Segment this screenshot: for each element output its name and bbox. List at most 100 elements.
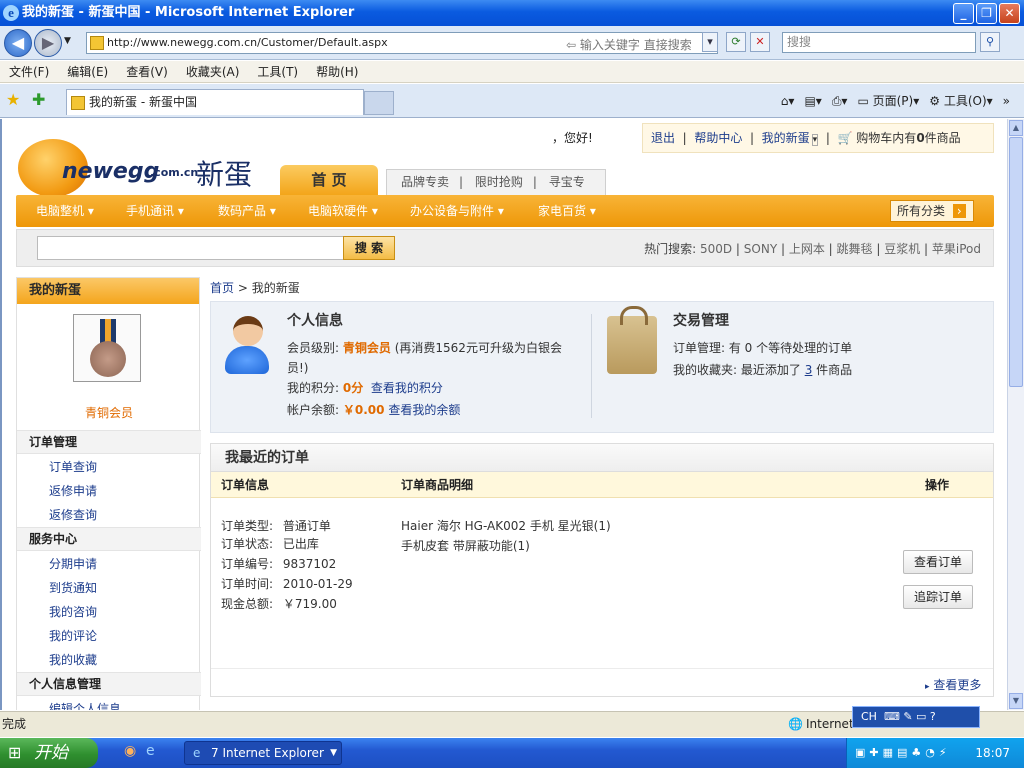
- forward-button[interactable]: ▶: [34, 29, 62, 57]
- newegg-logo[interactable]: newegg .com.cn 新蛋: [16, 139, 261, 201]
- history-dropdown-icon[interactable]: ▼: [64, 36, 71, 46]
- cart-prefix: 购物车内有: [856, 131, 917, 145]
- cart-count: 0: [916, 131, 925, 145]
- back-button[interactable]: ◀: [4, 29, 32, 57]
- more-commands-icon[interactable]: »: [1003, 92, 1010, 110]
- ie-logo-icon: e: [3, 5, 19, 21]
- firefox-icon[interactable]: ◉: [124, 743, 136, 759]
- user-avatar-icon: [225, 316, 269, 376]
- view-more-link[interactable]: ▸ 查看更多: [925, 676, 981, 693]
- view-order-button[interactable]: 查看订单: [903, 550, 973, 574]
- menu-bar: 文件(F) 编辑(E) 查看(V) 收藏夹(A) 工具(T) 帮助(H): [0, 61, 1024, 83]
- sidebar-item-order-query[interactable]: 订单查询: [49, 458, 97, 475]
- favorites-star-icon[interactable]: ★: [6, 90, 20, 109]
- sidebar-item-reviews[interactable]: 我的评论: [49, 627, 97, 644]
- window-titlebar: e 我的新蛋 - 新蛋中国 - Microsoft Internet Explo…: [0, 0, 1024, 26]
- logout-link[interactable]: 退出: [651, 131, 675, 145]
- maximize-button[interactable]: ❐: [976, 3, 997, 24]
- view-balance-link[interactable]: 查看我的余额: [388, 403, 460, 417]
- new-tab-button[interactable]: [364, 91, 394, 115]
- add-favorite-icon[interactable]: ✚: [32, 90, 45, 109]
- sidebar-item-repair-apply[interactable]: 返修申请: [49, 482, 97, 499]
- balance-line: 帐户余额: ￥0.00 查看我的余额: [287, 403, 461, 417]
- sidebar-item-edit-profile[interactable]: 编辑个人信息: [49, 700, 121, 710]
- tab-home[interactable]: 首 页: [280, 165, 378, 195]
- tools-menu[interactable]: ⚙ 工具(O)▾: [929, 92, 992, 110]
- hot-term[interactable]: 上网本: [789, 242, 825, 256]
- feeds-icon[interactable]: ▤▾: [804, 92, 821, 110]
- zone-text: Internet: [806, 717, 854, 731]
- category-digital[interactable]: 数码产品 ▾: [218, 195, 276, 227]
- sidebar-item-arrival-notice[interactable]: 到货通知: [49, 579, 97, 596]
- close-button[interactable]: ✕: [999, 3, 1020, 24]
- hot-term[interactable]: 500D: [700, 242, 732, 256]
- trade-title: 交易管理: [673, 313, 729, 329]
- menu-view[interactable]: 查看(V): [117, 61, 177, 83]
- menu-help[interactable]: 帮助(H): [307, 61, 367, 83]
- menu-edit[interactable]: 编辑(E): [58, 61, 117, 83]
- hot-term[interactable]: SONY: [744, 242, 777, 256]
- site-search-input[interactable]: [37, 236, 345, 260]
- order-date: 订单时间: 2010-01-29: [221, 577, 353, 591]
- tray-icons[interactable]: ▣✚▦▤♣◔⚡: [855, 738, 951, 768]
- order-item[interactable]: Haier 海尔 HG-AK002 手机 星光银(1): [401, 516, 611, 536]
- print-icon[interactable]: ⎙▾: [832, 92, 848, 110]
- windows-logo-icon: ⊞: [8, 743, 22, 762]
- breadcrumb-home[interactable]: 首页: [210, 281, 234, 295]
- menu-favorites[interactable]: 收藏夹(A): [177, 61, 249, 83]
- refresh-icon[interactable]: ⟳: [726, 32, 746, 52]
- language-bar[interactable]: CH ⌨ ✎ ▭ ?: [852, 706, 980, 728]
- tab-flash-sale[interactable]: 限时抢购: [475, 175, 523, 189]
- hot-term[interactable]: 跳舞毯: [837, 242, 873, 256]
- all-categories-button[interactable]: 所有分类 ›: [890, 200, 974, 222]
- track-order-button[interactable]: 追踪订单: [903, 585, 973, 609]
- help-center-link[interactable]: 帮助中心: [694, 131, 742, 145]
- category-office[interactable]: 办公设备与附件 ▾: [410, 195, 504, 227]
- page-menu[interactable]: ▭ 页面(P)▾: [857, 92, 919, 110]
- category-computers[interactable]: 电脑整机 ▾: [36, 195, 94, 227]
- tab-brand[interactable]: 品牌专卖: [401, 175, 449, 189]
- logo-cn: 新蛋: [196, 158, 253, 191]
- tab-current[interactable]: 我的新蛋 - 新蛋中国: [66, 89, 364, 115]
- sidebar-item-favorites[interactable]: 我的收藏: [49, 651, 97, 668]
- category-appliances[interactable]: 家电百货 ▾: [538, 195, 596, 227]
- sidebar-item-repair-query[interactable]: 返修查询: [49, 506, 97, 523]
- top-links: 退出 | 帮助中心 | 我的新蛋 ▾ | 🛒 购物车内有0件商品: [642, 123, 994, 153]
- ie-quicklaunch-icon[interactable]: e: [146, 743, 155, 759]
- sidebar-item-consult[interactable]: 我的咨询: [49, 603, 97, 620]
- category-hardware[interactable]: 电脑软硬件 ▾: [308, 195, 378, 227]
- hot-term[interactable]: 豆浆机: [884, 242, 920, 256]
- order-item[interactable]: 手机皮套 带屏蔽功能(1): [401, 536, 611, 556]
- hot-searches: 热门搜索: 500D | SONY | 上网本 | 跳舞毯 | 豆浆机 | 苹果…: [644, 242, 981, 256]
- search-input[interactable]: 搜搜: [782, 32, 976, 53]
- search-go-icon[interactable]: ⚲: [980, 32, 1000, 52]
- cart-icon[interactable]: 🛒: [838, 131, 853, 145]
- breadcrumb-separator: >: [237, 281, 248, 295]
- sidebar-item-installment[interactable]: 分期申请: [49, 555, 97, 572]
- start-button[interactable]: ⊞ 开始: [0, 738, 98, 768]
- stop-icon[interactable]: ✕: [750, 32, 770, 52]
- view-points-link[interactable]: 查看我的积分: [371, 381, 443, 395]
- minimize-button[interactable]: _: [953, 3, 974, 24]
- order-info: 订单类型: 普通订单 订单状态: 已出库 订单编号: 9837102 订单时间:…: [221, 516, 353, 614]
- site-search-button[interactable]: 搜 索: [343, 236, 395, 260]
- col-order-info: 订单信息: [221, 478, 270, 492]
- category-phones[interactable]: 手机通讯 ▾: [126, 195, 184, 227]
- favorites-count-link[interactable]: 3: [805, 363, 813, 377]
- menu-tools[interactable]: 工具(T): [248, 61, 307, 83]
- address-dropdown-icon[interactable]: ▾: [702, 32, 718, 52]
- globe-icon: 🌐: [788, 717, 803, 731]
- taskbar-item-ie[interactable]: e 7 Internet Explorer ▼: [184, 741, 342, 765]
- vertical-scrollbar[interactable]: ▲ ▼: [1007, 119, 1024, 710]
- home-icon[interactable]: ⌂▾: [781, 92, 795, 110]
- my-newegg-dropdown-icon[interactable]: ▾: [811, 134, 819, 146]
- hot-term[interactable]: 苹果iPod: [932, 242, 981, 256]
- menu-file[interactable]: 文件(F): [0, 61, 58, 83]
- tab-page-icon: [71, 96, 85, 110]
- scroll-thumb[interactable]: [1009, 137, 1023, 387]
- my-newegg-link[interactable]: 我的新蛋: [762, 131, 810, 145]
- scroll-up-icon[interactable]: ▲: [1009, 120, 1023, 136]
- order-items: Haier 海尔 HG-AK002 手机 星光银(1) 手机皮套 带屏蔽功能(1…: [401, 516, 611, 556]
- scroll-down-icon[interactable]: ▼: [1009, 693, 1023, 709]
- account-summary: 个人信息 会员级别: 青铜会员 (再消费1562元可升级为白银会 员!) 我的积分…: [210, 301, 994, 433]
